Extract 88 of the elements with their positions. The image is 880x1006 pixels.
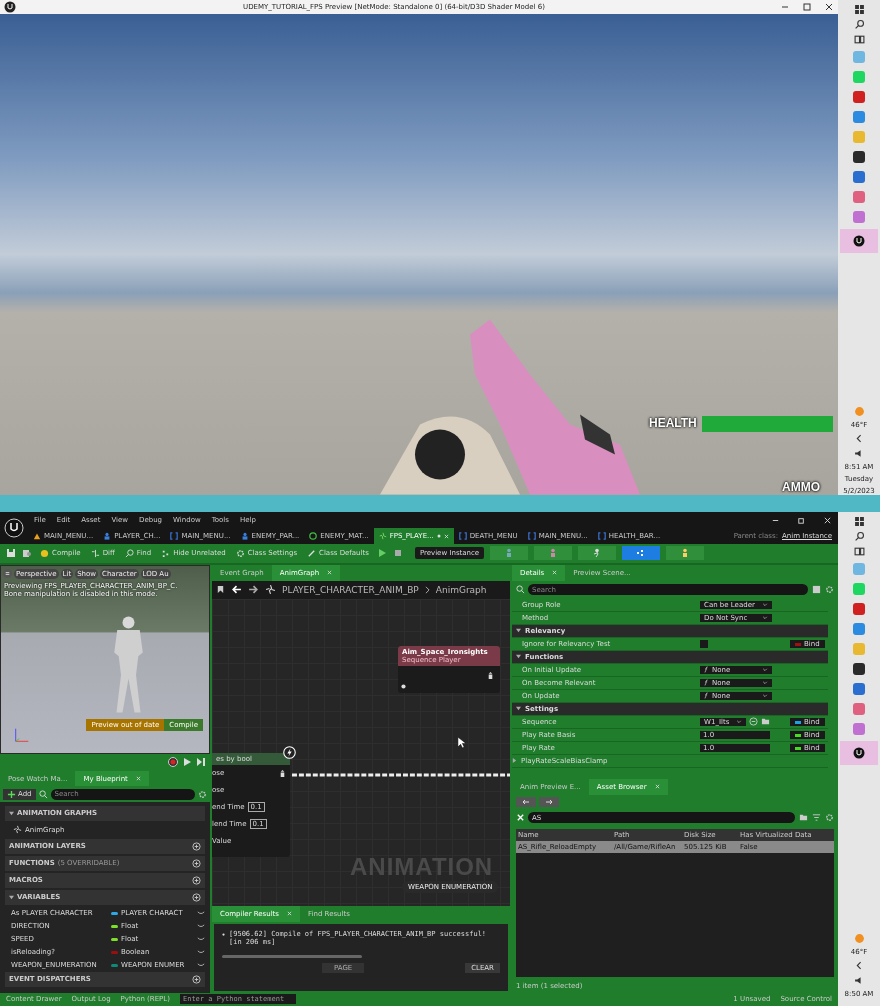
folder-icon[interactable] — [799, 813, 808, 823]
function-icon — [704, 692, 709, 700]
function-icon — [704, 666, 709, 674]
menu-icon[interactable] — [3, 569, 12, 579]
step-forward-icon[interactable] — [196, 757, 206, 768]
search-icon[interactable] — [853, 531, 865, 542]
chevron-down-icon — [762, 680, 768, 685]
search-icon[interactable] — [853, 19, 865, 30]
stop-icon[interactable] — [392, 548, 403, 559]
input-pin-icon[interactable] — [401, 683, 406, 689]
add-icon[interactable] — [192, 858, 201, 868]
search-icon — [124, 548, 134, 558]
settings-icon — [235, 548, 245, 558]
chevron-right-icon — [424, 585, 430, 594]
add-icon[interactable] — [192, 974, 201, 984]
play-icon[interactable] — [376, 548, 387, 559]
record-icon[interactable] — [168, 757, 178, 768]
browse-icon[interactable] — [22, 548, 32, 559]
folder-icon[interactable] — [761, 717, 770, 727]
bracket-icon — [597, 532, 606, 540]
person-icon — [103, 532, 112, 540]
sun-icon — [853, 406, 865, 417]
add-icon[interactable] — [192, 892, 201, 902]
bullet-icon — [222, 932, 225, 936]
search-icon — [516, 585, 525, 595]
play-icon[interactable] — [182, 757, 192, 768]
pose-pin-icon[interactable] — [278, 768, 287, 778]
chevron-down-icon — [762, 693, 768, 698]
unreal-logo-icon — [4, 518, 24, 538]
maximize-icon[interactable] — [802, 2, 812, 12]
windows-start-icon[interactable] — [853, 516, 865, 527]
unreal-app-icon[interactable] — [853, 235, 865, 247]
settings-icon[interactable] — [825, 585, 834, 595]
settings-icon[interactable] — [198, 789, 207, 799]
expand-arrow-icon[interactable] — [516, 654, 521, 660]
person-icon — [240, 532, 249, 540]
pose-pin-icon[interactable] — [486, 670, 495, 680]
plus-icon — [7, 789, 16, 799]
expand-arrow-icon[interactable] — [516, 628, 521, 634]
expand-arrow-icon[interactable] — [9, 810, 14, 816]
app-icon[interactable] — [853, 663, 865, 675]
bracket-icon — [458, 532, 467, 540]
pencil-icon — [307, 548, 317, 558]
bookmark-icon[interactable] — [216, 585, 225, 595]
expand-arrow-icon[interactable] — [9, 894, 14, 900]
settings-icon[interactable] — [825, 813, 834, 823]
restore-icon[interactable] — [797, 515, 806, 525]
mode-button[interactable] — [666, 546, 705, 561]
bracket-icon — [170, 532, 179, 540]
health-label: HEALTH — [649, 416, 697, 430]
diff-icon — [90, 548, 100, 558]
level-icon — [33, 532, 41, 540]
chevron-down-icon — [762, 615, 768, 620]
back-arrow-icon[interactable] — [231, 584, 242, 596]
chevron-down-icon — [762, 602, 768, 607]
nodes-icon — [161, 548, 171, 558]
unreal-app-icon[interactable] — [853, 747, 865, 759]
task-view-icon[interactable] — [853, 34, 865, 45]
mode-button[interactable] — [578, 546, 617, 561]
sun-icon — [853, 933, 865, 944]
windows-start-icon[interactable] — [853, 4, 865, 15]
scrollbar-thumb[interactable] — [222, 954, 362, 958]
use-selected-icon[interactable] — [749, 717, 758, 727]
add-icon[interactable] — [192, 841, 201, 851]
mode-button[interactable] — [490, 546, 529, 561]
ammo-label: AMMO — [782, 480, 820, 494]
sphere-icon — [309, 532, 318, 540]
breadcrumb-item[interactable]: PLAYER_CHARACTER_ANIM_BP — [282, 584, 419, 595]
function-icon — [704, 679, 709, 687]
expand-arrow-icon[interactable] — [516, 706, 521, 712]
clear-icon[interactable] — [516, 813, 525, 823]
app-icon[interactable] — [853, 151, 865, 163]
chevron-down-icon — [762, 667, 768, 672]
task-view-icon[interactable] — [853, 546, 865, 557]
checkbox[interactable] — [700, 639, 708, 648]
breadcrumb-item[interactable]: AnimGraph — [435, 584, 487, 595]
add-icon[interactable] — [192, 875, 201, 885]
close-icon[interactable] — [824, 2, 834, 12]
lightning-icon — [283, 745, 296, 759]
mouse-cursor-icon — [457, 735, 466, 749]
forward-arrow-icon[interactable] — [248, 584, 259, 596]
filter-icon[interactable] — [812, 813, 821, 823]
bracket-icon — [527, 532, 536, 540]
save-icon[interactable] — [6, 548, 16, 559]
chevron-down-icon — [736, 719, 742, 724]
table-view-icon[interactable] — [812, 585, 821, 595]
search-icon — [38, 789, 48, 799]
mode-button[interactable] — [622, 546, 661, 561]
